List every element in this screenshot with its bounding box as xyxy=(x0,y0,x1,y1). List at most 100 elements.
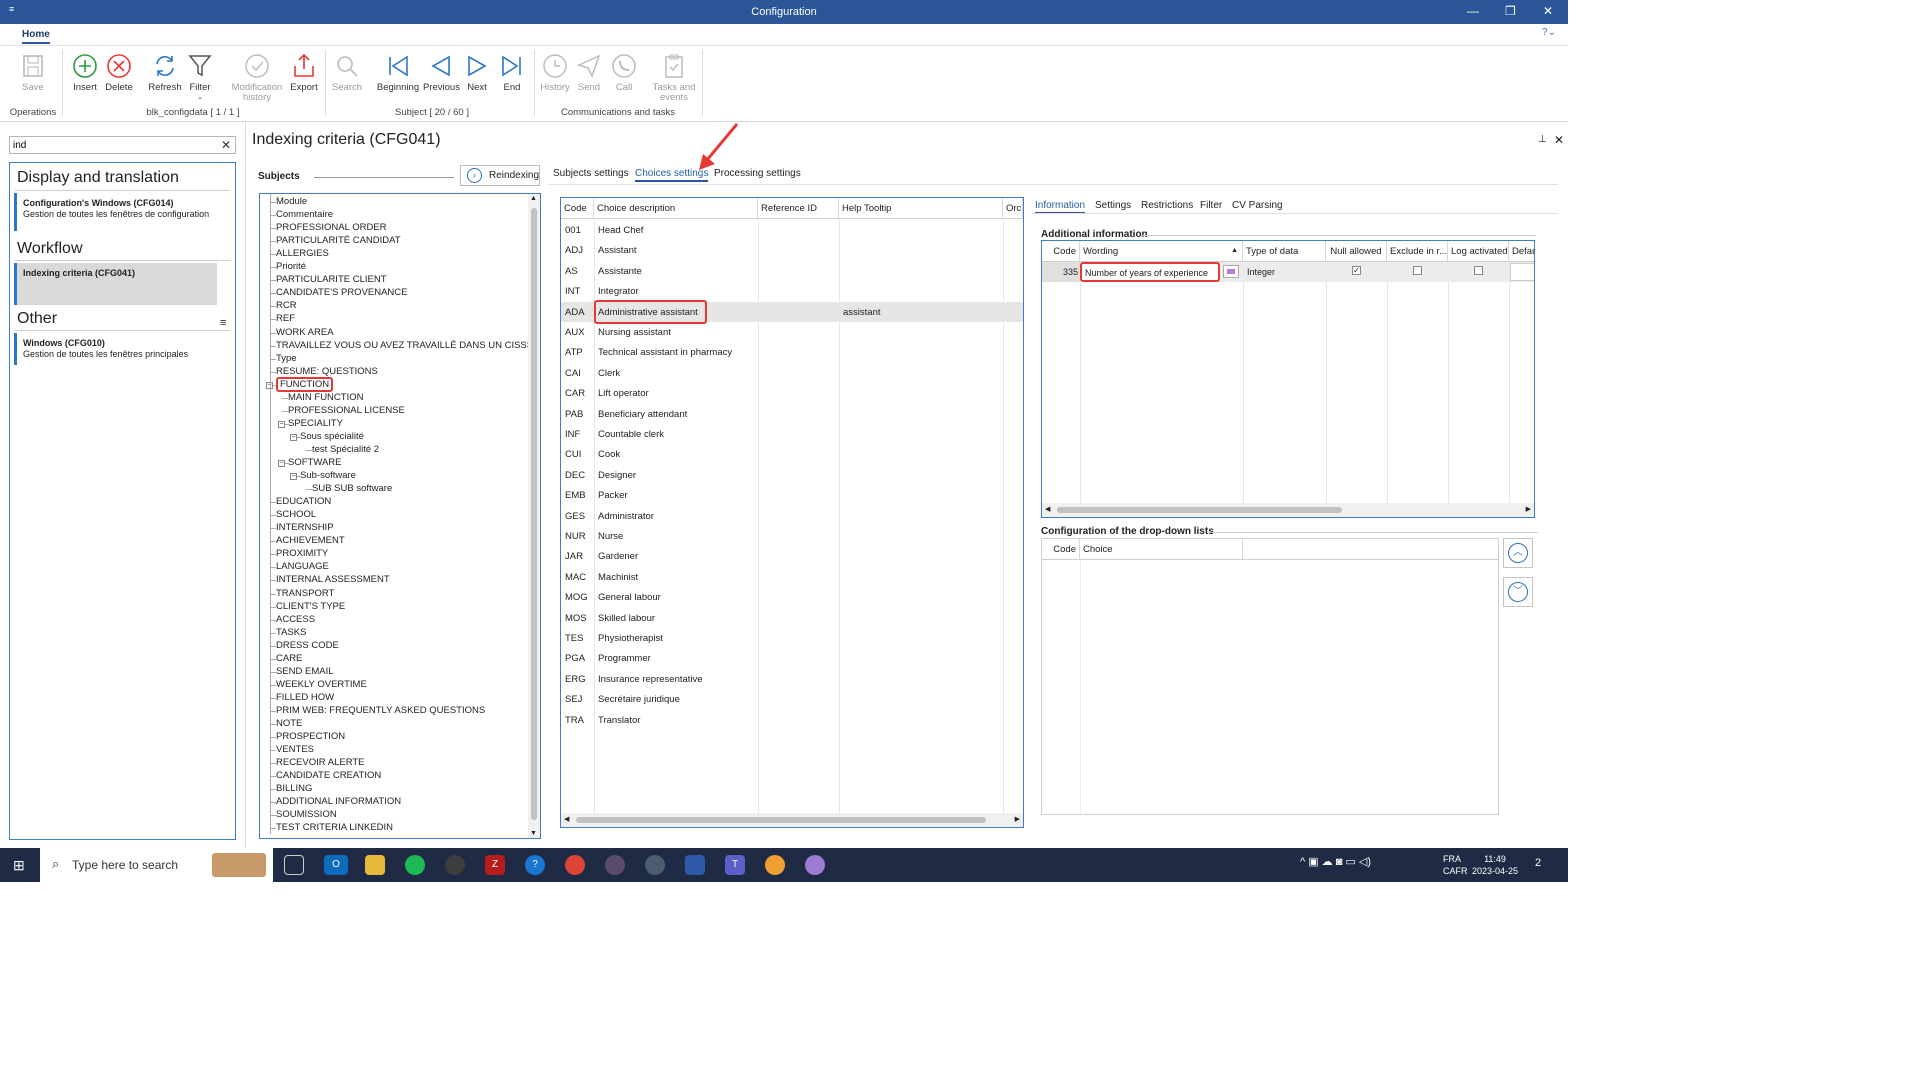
tree-node[interactable]: SUB SUB software xyxy=(312,483,392,494)
table-row[interactable]: EMB Packer xyxy=(561,485,1023,505)
modification-history-button[interactable]: Modification history xyxy=(228,48,286,103)
nav-item-indexing-criteria[interactable]: Indexing criteria (CFG041) xyxy=(14,263,217,305)
table-row[interactable]: AS Assistante xyxy=(561,261,1023,281)
app-icon[interactable] xyxy=(605,855,625,875)
tree-node[interactable]: SPECIALITY xyxy=(288,418,343,429)
tree-node[interactable]: SOUMISSION xyxy=(276,809,337,820)
taskbar-search[interactable]: ⌕ Type here to search xyxy=(40,848,273,882)
app-icon[interactable] xyxy=(645,855,665,875)
close-window-button[interactable]: ✕ xyxy=(1543,4,1553,18)
column-header-wording[interactable]: Wording ▲ xyxy=(1080,241,1243,262)
pin-icon[interactable]: ⊥ xyxy=(1538,134,1547,145)
table-row[interactable]: CAR Lift operator xyxy=(561,383,1023,403)
table-row[interactable]: PAB Beneficiary attendant xyxy=(561,404,1023,424)
table-row[interactable]: MOS Skilled labour xyxy=(561,608,1023,628)
tree-node[interactable]: CARE xyxy=(276,653,302,664)
tree-node[interactable]: ACCESS xyxy=(276,614,315,625)
tree-node[interactable]: VENTES xyxy=(276,744,314,755)
column-header[interactable]: Orc xyxy=(1003,198,1023,219)
outlook-icon[interactable]: O xyxy=(324,855,348,875)
null-allowed-checkbox[interactable]: ✓ xyxy=(1352,266,1361,275)
table-row[interactable]: ATP Technical assistant in pharmacy xyxy=(561,342,1023,362)
column-header-type-of-data[interactable]: Type of data xyxy=(1243,241,1326,262)
app-icon[interactable] xyxy=(805,855,825,875)
call-button[interactable]: Call xyxy=(609,48,639,93)
notification-count[interactable]: 2 xyxy=(1535,857,1541,869)
tree-collapse-toggle[interactable]: − xyxy=(278,460,285,467)
tree-node[interactable]: PROXIMITY xyxy=(276,548,328,559)
close-pane-icon[interactable]: ✕ xyxy=(1554,133,1564,147)
search-button[interactable]: Search xyxy=(331,48,363,93)
tree-node[interactable]: NOTE xyxy=(276,718,302,729)
insert-button[interactable]: Insert xyxy=(70,48,100,93)
table-row[interactable]: AUX Nursing assistant xyxy=(561,322,1023,342)
tree-node[interactable]: PARTICULARITE CLIENT xyxy=(276,274,387,285)
help-app-icon[interactable]: ? xyxy=(525,855,545,875)
tree-node[interactable]: INTERNSHIP xyxy=(276,522,334,533)
log-activated-checkbox[interactable] xyxy=(1474,266,1483,275)
table-row[interactable]: ADA Administrative assistant assistant xyxy=(561,299,1023,324)
clock[interactable]: 11:49 2023-04-25 xyxy=(1468,853,1522,877)
tree-collapse-toggle[interactable]: − xyxy=(290,473,297,481)
tab-subjects-settings[interactable]: Subjects settings xyxy=(553,168,629,179)
tree-node[interactable]: SEND EMAIL xyxy=(276,666,334,677)
filter-button[interactable]: Filter ⌄ xyxy=(186,48,214,103)
table-row[interactable]: MAC Machinist xyxy=(561,567,1023,587)
tree-node[interactable]: TRAVAILLEZ VOUS OU AVEZ TRAVAILLÉ DANS U… xyxy=(276,340,538,351)
beginning-button[interactable]: Beginning xyxy=(376,48,420,93)
tree-node[interactable]: PARTICULARITÉ CANDIDAT xyxy=(276,235,401,246)
scroll-right-icon[interactable]: ▶ xyxy=(1015,815,1020,823)
table-row[interactable]: ERG Insurance representative xyxy=(561,669,1023,689)
tree-node[interactable]: CLIENT'S TYPE xyxy=(276,601,345,612)
table-row[interactable]: INF Countable clerk xyxy=(561,424,1023,444)
reindexing-button[interactable]: › Reindexing xyxy=(460,165,540,186)
help-icon[interactable]: ?⌄ xyxy=(1542,27,1556,38)
tree-node[interactable]: WEEKLY OVERTIME xyxy=(276,679,367,690)
tree-node[interactable]: Module xyxy=(276,196,307,207)
tree-node[interactable]: WORK AREA xyxy=(276,327,334,338)
table-row[interactable]: JAR Gardener xyxy=(561,546,1023,566)
column-header[interactable]: Reference ID xyxy=(758,198,839,219)
tree-node[interactable]: SOFTWARE xyxy=(288,457,341,468)
table-row[interactable]: TRA Translator xyxy=(561,710,1023,730)
scrollbar-thumb[interactable] xyxy=(531,208,537,820)
wording-cell-editor[interactable]: Number of years of experience xyxy=(1080,262,1220,282)
tree-node[interactable]: FILLED HOW xyxy=(276,692,334,703)
nav-item-configurations-windows[interactable]: Configuration's Windows (CFG014) Gestion… xyxy=(14,193,217,231)
horizontal-scrollbar[interactable]: ◀ ▶ xyxy=(561,813,1023,827)
export-button[interactable]: Export xyxy=(288,48,320,93)
table-row[interactable]: MOG General labour xyxy=(561,587,1023,607)
tree-node[interactable]: CANDIDATE'S PROVENANCE xyxy=(276,287,408,298)
table-row[interactable]: 001 Head Chef xyxy=(561,220,1023,240)
tree-node[interactable]: RECEVOIR ALERTE xyxy=(276,757,365,768)
nav-item-windows[interactable]: Windows (CFG010) Gestion de toutes les f… xyxy=(14,333,217,365)
tasks-events-button[interactable]: Tasks and events xyxy=(651,48,697,103)
language-indicator[interactable]: FRA CAFR xyxy=(1443,853,1468,877)
column-header-default[interactable]: Defau xyxy=(1509,241,1534,262)
scroll-up-icon[interactable]: ▲ xyxy=(530,195,537,202)
teams-icon[interactable]: T xyxy=(725,855,745,875)
tree-node[interactable]: Sub-software xyxy=(300,470,356,481)
tree-collapse-toggle[interactable]: − xyxy=(290,433,297,441)
windows-start-icon[interactable]: ⊞ xyxy=(13,857,25,874)
next-button[interactable]: Next xyxy=(462,48,492,93)
tree-node[interactable]: PRIM WEB: FREQUENTLY ASKED QUESTIONS xyxy=(276,705,485,716)
scrollbar-thumb[interactable] xyxy=(1057,507,1342,513)
tree-node[interactable]: PROFESSIONAL ORDER xyxy=(276,222,387,233)
table-row[interactable]: 335 Number of years of experience Intege… xyxy=(1042,262,1534,282)
exclude-checkbox[interactable] xyxy=(1413,266,1422,275)
table-row[interactable]: TES Physiotherapist xyxy=(561,628,1023,648)
tree-node[interactable]: INTERNAL ASSESSMENT xyxy=(276,574,390,585)
refresh-button[interactable]: Refresh xyxy=(147,48,183,93)
tree-node[interactable]: BILLING xyxy=(276,783,312,794)
tree-node[interactable]: TEST CRITERIA LINKEDIN xyxy=(276,822,393,833)
send-button[interactable]: Send xyxy=(574,48,604,93)
tree-node[interactable]: PROFESSIONAL LICENSE xyxy=(288,405,405,416)
column-header-exclude[interactable]: Exclude in r... xyxy=(1387,241,1448,262)
file-explorer-icon[interactable] xyxy=(365,855,385,875)
task-view-icon[interactable] xyxy=(284,855,304,875)
tree-node[interactable]: RESUME: QUESTIONS xyxy=(276,366,378,377)
app-icon[interactable] xyxy=(765,855,785,875)
tree-node[interactable]: ADDITIONAL INFORMATION xyxy=(276,796,401,807)
chrome-icon[interactable] xyxy=(565,855,585,875)
